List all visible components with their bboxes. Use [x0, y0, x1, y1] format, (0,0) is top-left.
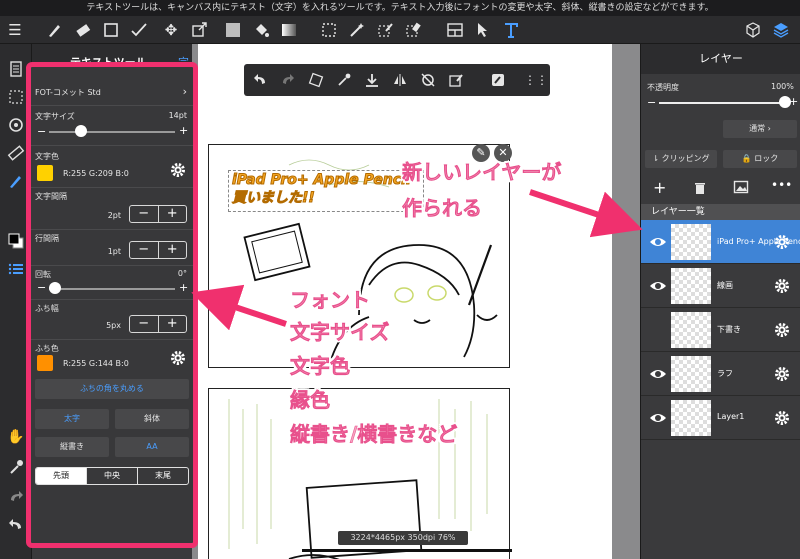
arrow-to-layer-panel	[529, 189, 643, 238]
annotation-arrows	[191, 189, 643, 331]
medibang-app: テキストツールは、キャンバス内にテキスト（文字）を入れるツールです。テキスト入力…	[0, 0, 800, 559]
arrow-to-text-panel	[191, 284, 287, 331]
